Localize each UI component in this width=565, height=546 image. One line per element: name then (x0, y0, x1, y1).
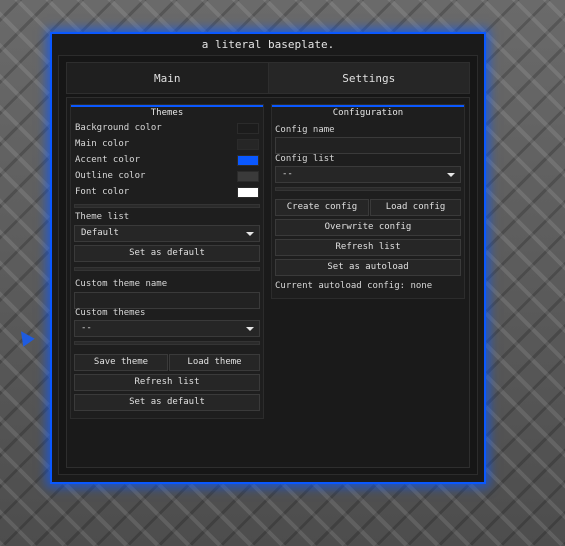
divider (74, 341, 260, 345)
settings-window: a literal baseplate. Main Settings Theme… (50, 32, 486, 484)
color-row-background: Background color (75, 123, 259, 135)
font-color-swatch[interactable] (237, 187, 259, 198)
main-color-swatch[interactable] (237, 139, 259, 150)
custom-themes-value: -- (81, 323, 92, 333)
theme-list-label: Theme list (75, 212, 130, 222)
mouse-cursor-icon (15, 327, 35, 347)
color-label: Accent color (75, 155, 141, 165)
color-label: Main color (75, 139, 130, 149)
outline-color-swatch[interactable] (237, 171, 259, 182)
theme-list-value: Default (81, 228, 119, 238)
divider (74, 267, 260, 271)
configuration-panel: Configuration Config name Config list --… (271, 104, 465, 299)
color-row-accent: Accent color (75, 155, 259, 167)
current-autoload-status: Current autoload config: none (275, 281, 433, 291)
divider (74, 204, 260, 208)
config-name-input[interactable] (275, 137, 461, 154)
custom-themes-label: Custom themes (75, 308, 146, 318)
tab-bar: Main Settings (66, 62, 470, 94)
refresh-list-button[interactable]: Refresh list (275, 239, 461, 256)
create-config-button[interactable]: Create config (275, 199, 369, 216)
chevron-down-icon (447, 173, 455, 177)
custom-theme-name-input[interactable] (74, 292, 260, 309)
config-list-value: -- (282, 169, 293, 179)
color-label: Font color (75, 187, 130, 197)
overwrite-config-button[interactable]: Overwrite config (275, 219, 461, 236)
load-config-button[interactable]: Load config (370, 199, 461, 216)
window-body: Main Settings Themes Background color Ma… (58, 55, 478, 475)
window-title: a literal baseplate. (201, 38, 335, 51)
config-name-label: Config name (275, 125, 335, 135)
background-color-swatch[interactable] (237, 123, 259, 134)
chevron-down-icon (246, 232, 254, 236)
tab-content: Themes Background color Main color Accen… (66, 97, 470, 468)
set-as-default-button[interactable]: Set as default (74, 245, 260, 262)
set-as-default-button[interactable]: Set as default (74, 394, 260, 411)
divider (275, 187, 461, 191)
themes-panel: Themes Background color Main color Accen… (70, 104, 264, 419)
tab-settings[interactable]: Settings (267, 63, 469, 93)
accent-color-swatch[interactable] (237, 155, 259, 166)
custom-themes-dropdown[interactable]: -- (74, 320, 260, 337)
config-list-label: Config list (275, 154, 335, 164)
tab-main[interactable]: Main (67, 63, 268, 93)
custom-theme-name-label: Custom theme name (75, 279, 168, 289)
theme-list-dropdown[interactable]: Default (74, 225, 260, 242)
config-list-dropdown[interactable]: -- (275, 166, 461, 183)
color-row-main: Main color (75, 139, 259, 151)
color-label: Background color (75, 123, 162, 133)
refresh-list-button[interactable]: Refresh list (74, 374, 260, 391)
configuration-panel-title: Configuration (272, 105, 464, 121)
load-theme-button[interactable]: Load theme (169, 354, 260, 371)
themes-panel-title: Themes (71, 105, 263, 121)
color-row-outline: Outline color (75, 171, 259, 183)
chevron-down-icon (246, 327, 254, 331)
save-theme-button[interactable]: Save theme (74, 354, 168, 371)
color-label: Outline color (75, 171, 146, 181)
color-row-font: Font color (75, 187, 259, 199)
set-as-autoload-button[interactable]: Set as autoload (275, 259, 461, 276)
